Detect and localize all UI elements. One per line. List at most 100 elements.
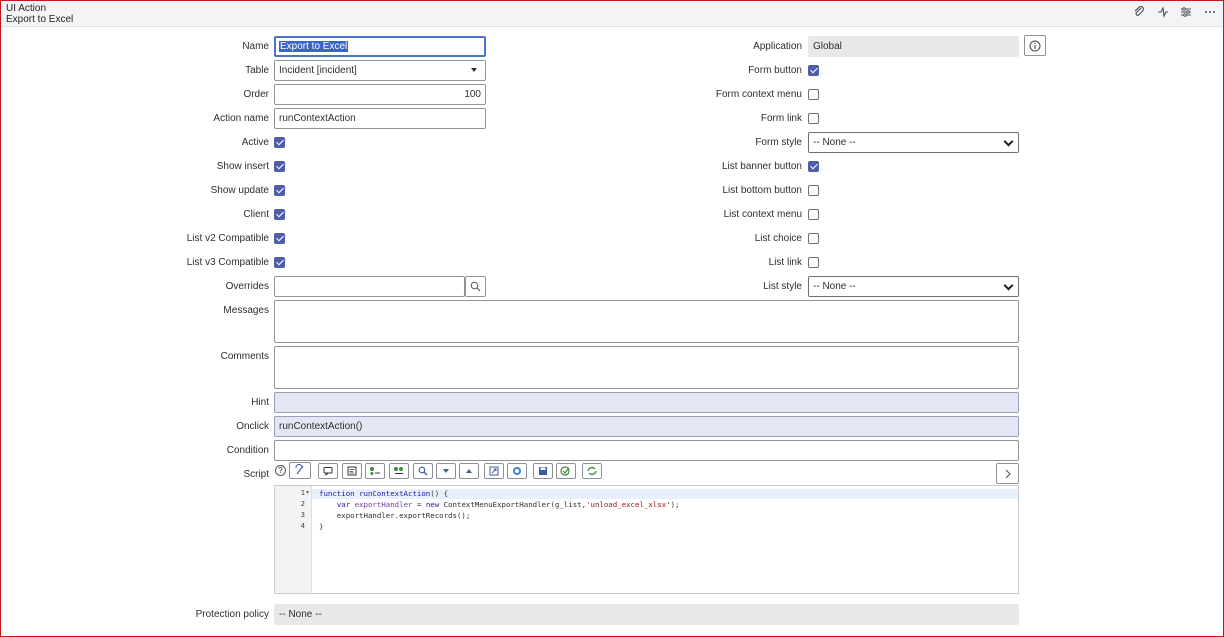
script-debugger-icon[interactable] (484, 463, 504, 479)
list-choice-label: List choice (754, 233, 802, 244)
hint-label: Hint (251, 397, 269, 408)
line-number: 4 (300, 522, 305, 530)
form-button-label: Form button (748, 65, 802, 76)
help-icon[interactable]: ? (275, 465, 286, 476)
list-v2-checkbox[interactable] (274, 233, 285, 244)
line-number: 2 (300, 500, 305, 508)
record-type-title: UI Action (6, 3, 47, 14)
comments-textarea[interactable] (274, 346, 1019, 389)
application-label: Application (753, 41, 802, 52)
caret-down-icon (471, 68, 477, 72)
list-style-select[interactable]: -- None -- (808, 276, 1019, 297)
overrides-input[interactable] (274, 276, 465, 297)
replace-all-icon[interactable] (389, 463, 409, 479)
comment-icon[interactable] (318, 463, 338, 479)
search-icon (470, 281, 481, 292)
order-label: Order (243, 89, 269, 100)
script-validate-icon[interactable] (507, 463, 527, 479)
form-header: UI Action Export to Excel (1, 1, 1223, 27)
code-line-2: var exportHandler = new ContextMenuExpor… (336, 500, 680, 509)
toggle-syntax-icon[interactable] (289, 462, 311, 479)
table-select[interactable]: Incident [incident] (274, 60, 486, 81)
list-bottom-button-checkbox[interactable] (808, 185, 819, 196)
name-input[interactable]: Export to Excel (274, 36, 486, 57)
code-line-1: function runContextAction() { (319, 489, 449, 498)
messages-textarea[interactable] (274, 300, 1019, 343)
list-style-value: -- None -- (813, 281, 856, 292)
table-value: Incident [incident] (279, 65, 357, 76)
condition-input[interactable] (274, 440, 1019, 461)
onclick-label: Onclick (236, 421, 269, 432)
record-name-title: Export to Excel (6, 14, 74, 25)
form-context-menu-checkbox[interactable] (808, 89, 819, 100)
form-link-checkbox[interactable] (808, 113, 819, 124)
action-name-label: Action name (213, 113, 269, 124)
expand-editor-button[interactable] (996, 463, 1019, 484)
list-banner-button-checkbox[interactable] (808, 161, 819, 172)
overrides-label: Overrides (225, 281, 269, 292)
list-context-menu-checkbox[interactable] (808, 209, 819, 220)
code-line-3: exportHandler.exportRecords(); (319, 511, 471, 520)
replace-icon[interactable] (365, 463, 385, 479)
line-number: 1 (300, 489, 305, 497)
form-context-menu-label: Form context menu (715, 89, 802, 100)
protection-policy-label: Protection policy (195, 609, 269, 620)
script-label: Script (243, 469, 269, 480)
action-name-input[interactable]: runContextAction (274, 108, 486, 129)
name-label: Name (242, 41, 269, 52)
editor-gutter: 1 2 3 4 ▾ (275, 486, 312, 593)
protection-policy-field: -- None -- (274, 604, 1019, 625)
client-checkbox[interactable] (274, 209, 285, 220)
activity-icon[interactable] (1155, 6, 1171, 22)
comments-label: Comments (220, 351, 269, 362)
list-v3-label: List v3 Compatible (186, 257, 269, 268)
onclick-input[interactable]: runContextAction() (274, 416, 1019, 437)
list-link-checkbox[interactable] (808, 257, 819, 268)
search-icon[interactable] (413, 463, 433, 479)
condition-label: Condition (226, 445, 269, 456)
info-icon (1029, 40, 1041, 52)
show-update-checkbox[interactable] (274, 185, 285, 196)
chevron-down-icon (1003, 280, 1014, 291)
list-banner-button-label: List banner button (721, 161, 802, 172)
find-next-icon[interactable] (436, 463, 456, 479)
form-link-label: Form link (760, 113, 802, 124)
form-style-value: -- None -- (813, 137, 856, 148)
name-value: Export to Excel (279, 41, 349, 52)
list-bottom-button-label: List bottom button (722, 185, 803, 196)
overrides-lookup-button[interactable] (465, 276, 486, 297)
show-insert-label: Show insert (216, 161, 269, 172)
more-options-icon[interactable] (1202, 6, 1218, 22)
order-input[interactable]: 100 (274, 84, 486, 105)
list-link-label: List link (768, 257, 802, 268)
format-code-icon[interactable] (342, 463, 362, 479)
chevron-down-icon (1003, 136, 1014, 147)
line-number: 3 (300, 511, 305, 519)
save-icon[interactable] (533, 463, 553, 479)
fold-marker-icon[interactable]: ▾ (306, 489, 309, 496)
show-update-label: Show update (210, 185, 269, 196)
list-v3-checkbox[interactable] (274, 257, 285, 268)
paperclip-icon[interactable] (1131, 6, 1147, 22)
form-style-select[interactable]: -- None -- (808, 132, 1019, 153)
table-label: Table (245, 65, 269, 76)
check-syntax-icon[interactable] (556, 463, 576, 479)
list-style-label: List style (763, 281, 802, 292)
refresh-icon[interactable] (582, 463, 602, 479)
application-info-button[interactable] (1024, 35, 1046, 56)
code-line-4: } (319, 522, 324, 531)
hint-input[interactable] (274, 392, 1019, 413)
client-label: Client (243, 209, 269, 220)
show-insert-checkbox[interactable] (274, 161, 285, 172)
active-label: Active (241, 137, 269, 148)
application-field: Global (808, 36, 1019, 57)
list-choice-checkbox[interactable] (808, 233, 819, 244)
form-button-checkbox[interactable] (808, 65, 819, 76)
chevron-right-icon (1005, 469, 1011, 479)
list-context-menu-label: List context menu (723, 209, 802, 220)
active-checkbox[interactable] (274, 137, 285, 148)
find-previous-icon[interactable] (459, 463, 479, 479)
script-editor[interactable]: 1 2 3 4 ▾ function runContextAction() { … (274, 485, 1019, 594)
messages-label: Messages (223, 305, 269, 316)
sliders-icon[interactable] (1178, 6, 1194, 22)
